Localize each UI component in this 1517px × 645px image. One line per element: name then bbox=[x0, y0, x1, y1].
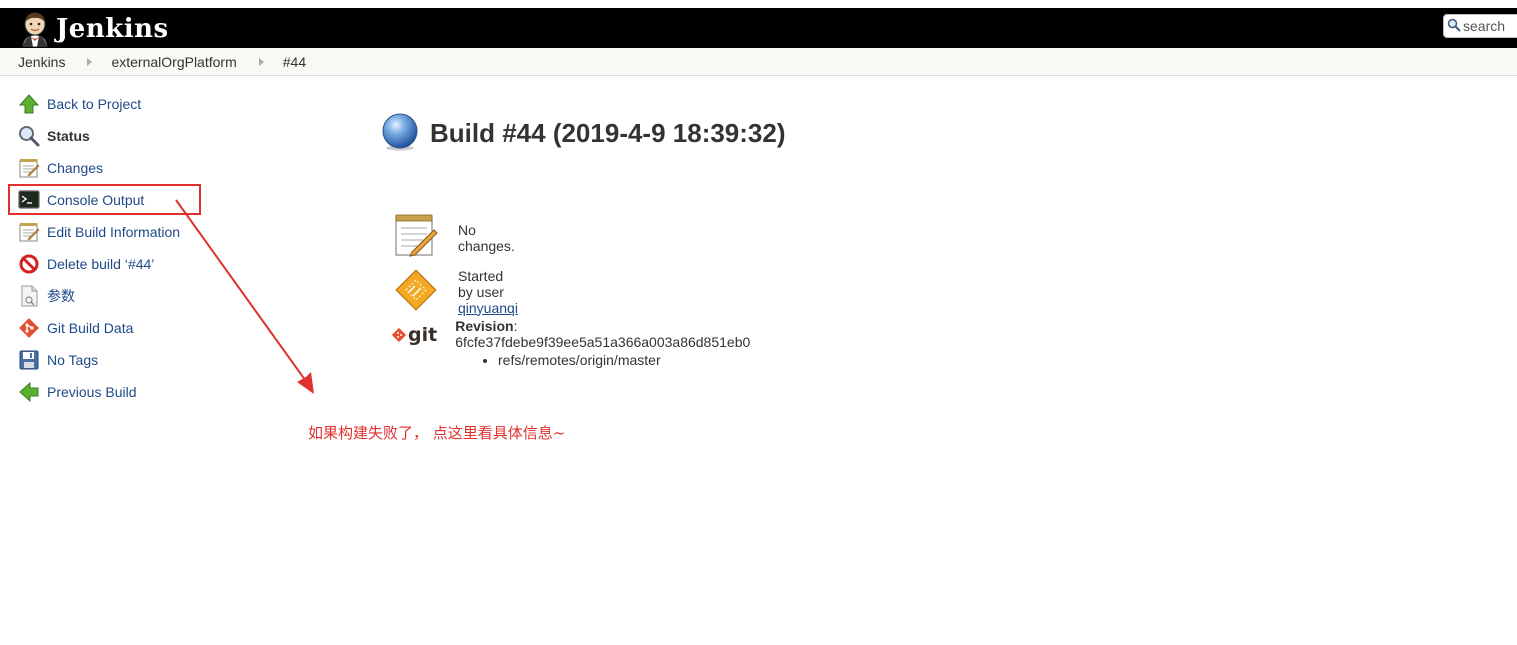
started-by-label: Started by user bbox=[458, 267, 504, 300]
build-header: Build #44 (2019-4-9 18:39:32) bbox=[380, 112, 786, 155]
jenkins-logo[interactable]: Jenkins bbox=[18, 11, 169, 48]
breadcrumb-jenkins[interactable]: Jenkins bbox=[18, 54, 65, 70]
sidebar-item-edit-build-information[interactable]: Edit Build Information bbox=[18, 216, 218, 248]
no-entry-icon bbox=[18, 253, 40, 275]
sidebar-item-no-tags[interactable]: No Tags bbox=[18, 344, 218, 376]
blue-ball-status-icon bbox=[380, 112, 420, 155]
annotation-arrow bbox=[175, 199, 314, 394]
sidebar-item-changes[interactable]: Changes bbox=[18, 152, 218, 184]
side-panel: Back to Project Status Changes Console O… bbox=[18, 88, 218, 408]
git-icon bbox=[18, 317, 40, 339]
notepad-icon bbox=[392, 212, 440, 263]
top-bar: Jenkins bbox=[0, 8, 1517, 48]
breadcrumb-chevron-icon[interactable] bbox=[258, 57, 264, 66]
refs-list: refs/remotes/origin/master bbox=[498, 352, 661, 368]
sidebar-item-previous-build[interactable]: Previous Build bbox=[18, 376, 218, 408]
search-icon bbox=[1447, 18, 1461, 35]
sidebar-item-status[interactable]: Status bbox=[18, 120, 218, 152]
sidebar-item-delete-build[interactable]: Delete build ‘#44’ bbox=[18, 248, 218, 280]
search-box[interactable] bbox=[1443, 14, 1517, 38]
git-logo-icon: git bbox=[392, 324, 437, 346]
breadcrumb-chevron-icon[interactable] bbox=[87, 57, 93, 66]
floppy-icon bbox=[18, 349, 40, 371]
started-by-row: Started by user qinyuanqi bbox=[392, 266, 518, 317]
breadcrumb-build[interactable]: #44 bbox=[283, 54, 306, 70]
left-arrow-icon bbox=[18, 381, 40, 403]
changes-row: No changes. bbox=[392, 212, 515, 263]
sidebar-item-back-to-project[interactable]: Back to Project bbox=[18, 88, 218, 120]
notepad-icon bbox=[18, 221, 40, 243]
revision-label: Revision bbox=[455, 318, 514, 334]
git-logo-text: git bbox=[408, 324, 438, 346]
up-arrow-icon bbox=[18, 93, 40, 115]
console-output-highlight-box bbox=[8, 184, 201, 215]
page-title: Build #44 (2019-4-9 18:39:32) bbox=[430, 118, 786, 148]
list-item: refs/remotes/origin/master bbox=[498, 352, 661, 368]
app-title: Jenkins bbox=[56, 14, 169, 44]
magnifier-icon bbox=[18, 125, 40, 147]
annotation-text: 如果构建失败了， 点这里看具体信息~ bbox=[308, 424, 566, 442]
breadcrumb-project[interactable]: externalOrgPlatform bbox=[111, 54, 236, 70]
jenkins-butler-icon bbox=[18, 11, 52, 48]
user-cause-icon bbox=[392, 266, 440, 317]
sidebar-item-parameters[interactable]: 参数 bbox=[18, 280, 218, 312]
sidebar-item-git-build-data[interactable]: Git Build Data bbox=[18, 312, 218, 344]
no-changes-text: No changes. bbox=[458, 221, 515, 254]
document-icon bbox=[18, 285, 40, 307]
notepad-icon bbox=[18, 157, 40, 179]
revision-row: git Revision: 6fcfe37fdebe9f39ee5a51a366… bbox=[392, 318, 753, 350]
started-by-user-link[interactable]: qinyuanqi bbox=[458, 300, 518, 316]
breadcrumb: Jenkins externalOrgPlatform #44 bbox=[0, 48, 1517, 76]
search-input[interactable] bbox=[1463, 18, 1517, 34]
